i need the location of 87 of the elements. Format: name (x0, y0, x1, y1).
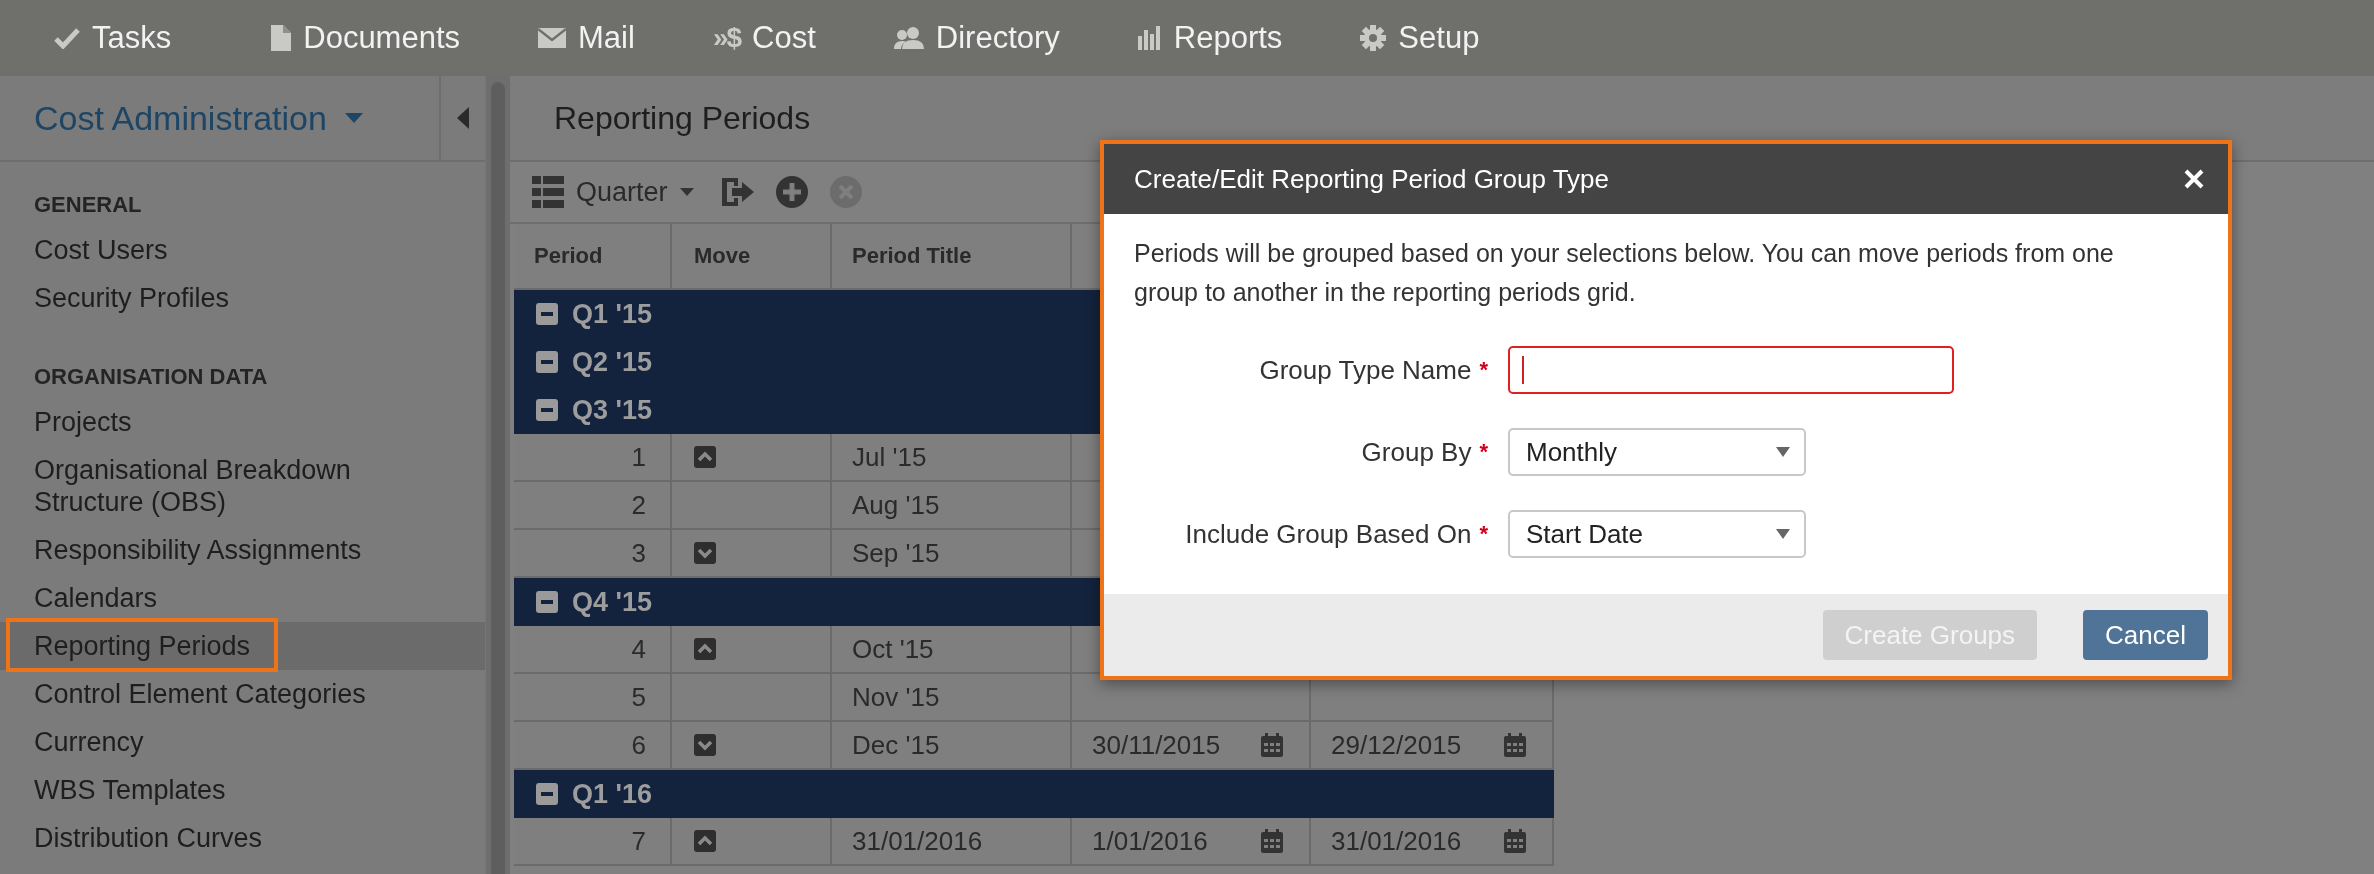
close-icon[interactable] (2184, 169, 2204, 189)
document-icon (271, 25, 292, 51)
nav-link[interactable]: Mail (538, 20, 635, 56)
move-up-icon[interactable] (694, 830, 716, 852)
dropdown[interactable]: Monthly (1508, 428, 1806, 476)
sidebar-item[interactable]: Cost Users (0, 226, 485, 274)
group-by-dropdown[interactable]: Quarter (532, 176, 694, 208)
nav-link[interactable]: Directory (893, 20, 1060, 56)
scrollbar[interactable] (485, 76, 510, 874)
calendar-icon (1261, 733, 1283, 757)
caret-icon (344, 113, 363, 123)
move-down-icon[interactable] (694, 542, 716, 564)
group-row[interactable]: Q1 '16 (514, 770, 1554, 818)
section-heading: ORGANISATION DATA (33, 363, 269, 391)
nav-link[interactable]: Tasks (54, 20, 172, 56)
move-up-icon[interactable] (694, 446, 716, 468)
add-icon[interactable] (775, 176, 808, 208)
sidebar-item[interactable]: Distribution Curves (0, 814, 485, 862)
field-label: Group Type Name (1259, 354, 1472, 386)
required-mark: * (1479, 357, 1488, 383)
table-cell: 4 (514, 626, 672, 674)
collapse-icon[interactable] (536, 303, 558, 325)
collapse-icon[interactable] (536, 783, 558, 805)
table-cell: 7 (514, 818, 672, 866)
date-text: 31/01/2016 (1331, 825, 1462, 857)
sidebar-item[interactable]: Security Profiles (0, 274, 485, 322)
table-cell: 3 (514, 530, 672, 578)
table-cell: Aug '15 (832, 482, 1072, 530)
cancel-button[interactable]: Cancel (2083, 610, 2208, 660)
sidebar-item[interactable]: Organisational Breakdown Structure (OBS) (0, 446, 485, 526)
table-cell: 6 (514, 722, 672, 770)
sidebar-item[interactable]: WBS Templates (0, 766, 485, 814)
calendar-icon (1504, 829, 1526, 853)
table-cell: 2 (514, 482, 672, 530)
nav-link[interactable]: Setup (1360, 20, 1480, 56)
move-down-icon[interactable] (694, 734, 716, 756)
sidebar-item[interactable]: Control Element Categories (0, 670, 485, 718)
field-label: Include Group Based On (1185, 518, 1472, 550)
required-mark: * (1479, 439, 1488, 465)
table-cell: Jul '15 (832, 434, 1072, 482)
nav-link[interactable]: »$ Cost (712, 20, 816, 56)
sidebar-item[interactable]: Calendars (0, 574, 485, 622)
collapse-icon[interactable] (536, 351, 558, 373)
date-text: 1/01/2016 (1092, 825, 1208, 857)
dropdown-arrow-icon (1776, 447, 1790, 457)
module-dropdown[interactable]: Cost Administration (0, 98, 439, 138)
collapse-icon[interactable] (536, 399, 558, 421)
sidebar-item[interactable]: Currency (0, 718, 485, 766)
table-cell: 1 (514, 434, 672, 482)
collapse-icon[interactable] (536, 591, 558, 613)
required-mark: * (1479, 521, 1488, 547)
group-label: Q1 '15 (572, 298, 652, 330)
input-field[interactable] (1508, 346, 1954, 394)
dialog-title: Create/Edit Reporting Period Group Type (1134, 163, 1609, 195)
group-label: Q2 '15 (572, 346, 652, 378)
nav-link[interactable]: Reports (1137, 20, 1283, 56)
table-cell: 31/01/2016 (832, 818, 1072, 866)
group-label: Q4 '15 (572, 586, 652, 618)
date-text: 29/12/2015 (1331, 729, 1462, 761)
table-cell: Nov '15 (832, 674, 1072, 722)
sidebar-item[interactable]: Projects (0, 398, 485, 446)
section-heading: GENERAL (33, 191, 143, 219)
move-up-icon[interactable] (694, 638, 716, 660)
field-label: Group By (1361, 436, 1472, 468)
check-icon (54, 27, 80, 49)
bar-chart-icon (1137, 26, 1162, 50)
dropdown-arrow-icon (1776, 529, 1790, 539)
nav-link[interactable]: Documents (271, 20, 461, 56)
table-cell: 5 (514, 674, 672, 722)
envelope-icon (538, 28, 567, 48)
grid-icon (532, 176, 564, 208)
group-label: Q3 '15 (572, 394, 652, 426)
people-icon (893, 27, 924, 49)
gear-icon (1360, 25, 1387, 51)
sidebar-item[interactable]: Responsibility Assignments (0, 526, 485, 574)
date-text: 30/11/2015 (1092, 729, 1221, 761)
calendar-icon (1261, 829, 1283, 853)
triangle-left-icon (457, 107, 469, 129)
table-cell: Sep '15 (832, 530, 1072, 578)
caret-icon (679, 188, 694, 196)
dropdown[interactable]: Start Date (1508, 510, 1806, 558)
table-cell: Oct '15 (832, 626, 1072, 674)
table-cell: Dec '15 (832, 722, 1072, 770)
cost-icon: »$ (712, 22, 741, 54)
group-label: Q1 '16 (572, 778, 652, 810)
export-icon[interactable] (721, 176, 754, 208)
calendar-icon (1504, 733, 1526, 757)
